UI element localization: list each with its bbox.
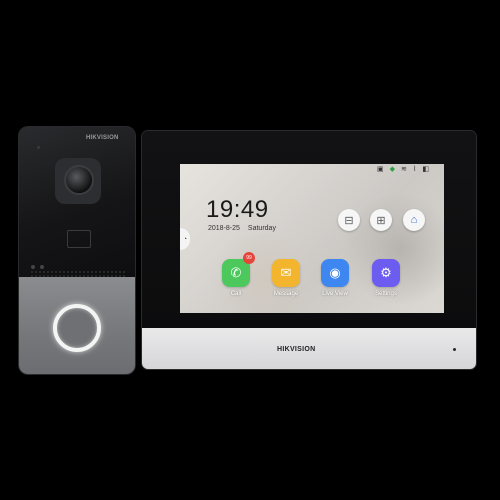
- clock-date: 2018-8-25 Saturday: [208, 225, 276, 232]
- side-drawer-tab[interactable]: ◔: [180, 228, 190, 250]
- sd-card-icon: ▣: [377, 166, 384, 173]
- status-bar: ▣ ◆ ≋ ⌇ ◧: [377, 166, 429, 174]
- elevator-icon: ⊟: [344, 214, 354, 227]
- card-reader-area: [67, 230, 91, 248]
- phone-icon: ✆: [230, 265, 242, 280]
- message-icon: ✉: [280, 265, 292, 280]
- speaker-grille: [30, 270, 126, 278]
- volume-icon: ◧: [422, 166, 429, 173]
- wifi-icon: ≋: [401, 166, 407, 173]
- indicator-light: [40, 265, 44, 269]
- home-button[interactable]: ⌂: [403, 209, 425, 231]
- settings-app-label: Settings: [375, 291, 397, 297]
- gear-icon: ⚙: [380, 265, 392, 280]
- weekday-value: Saturday: [247, 225, 276, 232]
- home-icon: ⌂: [410, 214, 418, 226]
- message-app[interactable]: ✉: [272, 259, 300, 287]
- shield-icon: ◆: [389, 166, 396, 173]
- live-view-app-label: Live View: [322, 291, 348, 297]
- monitor-indicator-light: [453, 348, 456, 351]
- call-button[interactable]: [53, 304, 101, 352]
- elevator-button[interactable]: ⊟: [338, 209, 360, 231]
- camera-lens: [64, 165, 94, 195]
- settings-app[interactable]: ⚙: [372, 259, 400, 287]
- microphone-hole: [37, 146, 40, 149]
- indicator-light: [31, 265, 35, 269]
- door-station-logo: HIKVISION: [86, 135, 119, 141]
- building-button[interactable]: ⊞: [370, 209, 392, 231]
- lightbulb-icon: ◔: [182, 235, 188, 243]
- monitor-screen: ▣ ◆ ≋ ⌇ ◧ 19:49 2018-8-25 Saturday ◔ ⊟ ⊞ …: [180, 164, 444, 313]
- call-app-label: Call: [230, 291, 242, 297]
- date-value: 2018-8-25: [208, 225, 240, 232]
- camera-icon: ◉: [329, 265, 341, 280]
- call-badge: 99: [243, 252, 255, 264]
- building-icon: ⊞: [376, 214, 386, 227]
- message-app-label: Message: [273, 291, 299, 297]
- live-view-app[interactable]: ◉: [321, 259, 349, 287]
- clock-time: 19:49: [206, 196, 269, 223]
- wired-network-icon: ⌇: [412, 166, 417, 173]
- monitor-logo: HIKVISION: [277, 346, 316, 353]
